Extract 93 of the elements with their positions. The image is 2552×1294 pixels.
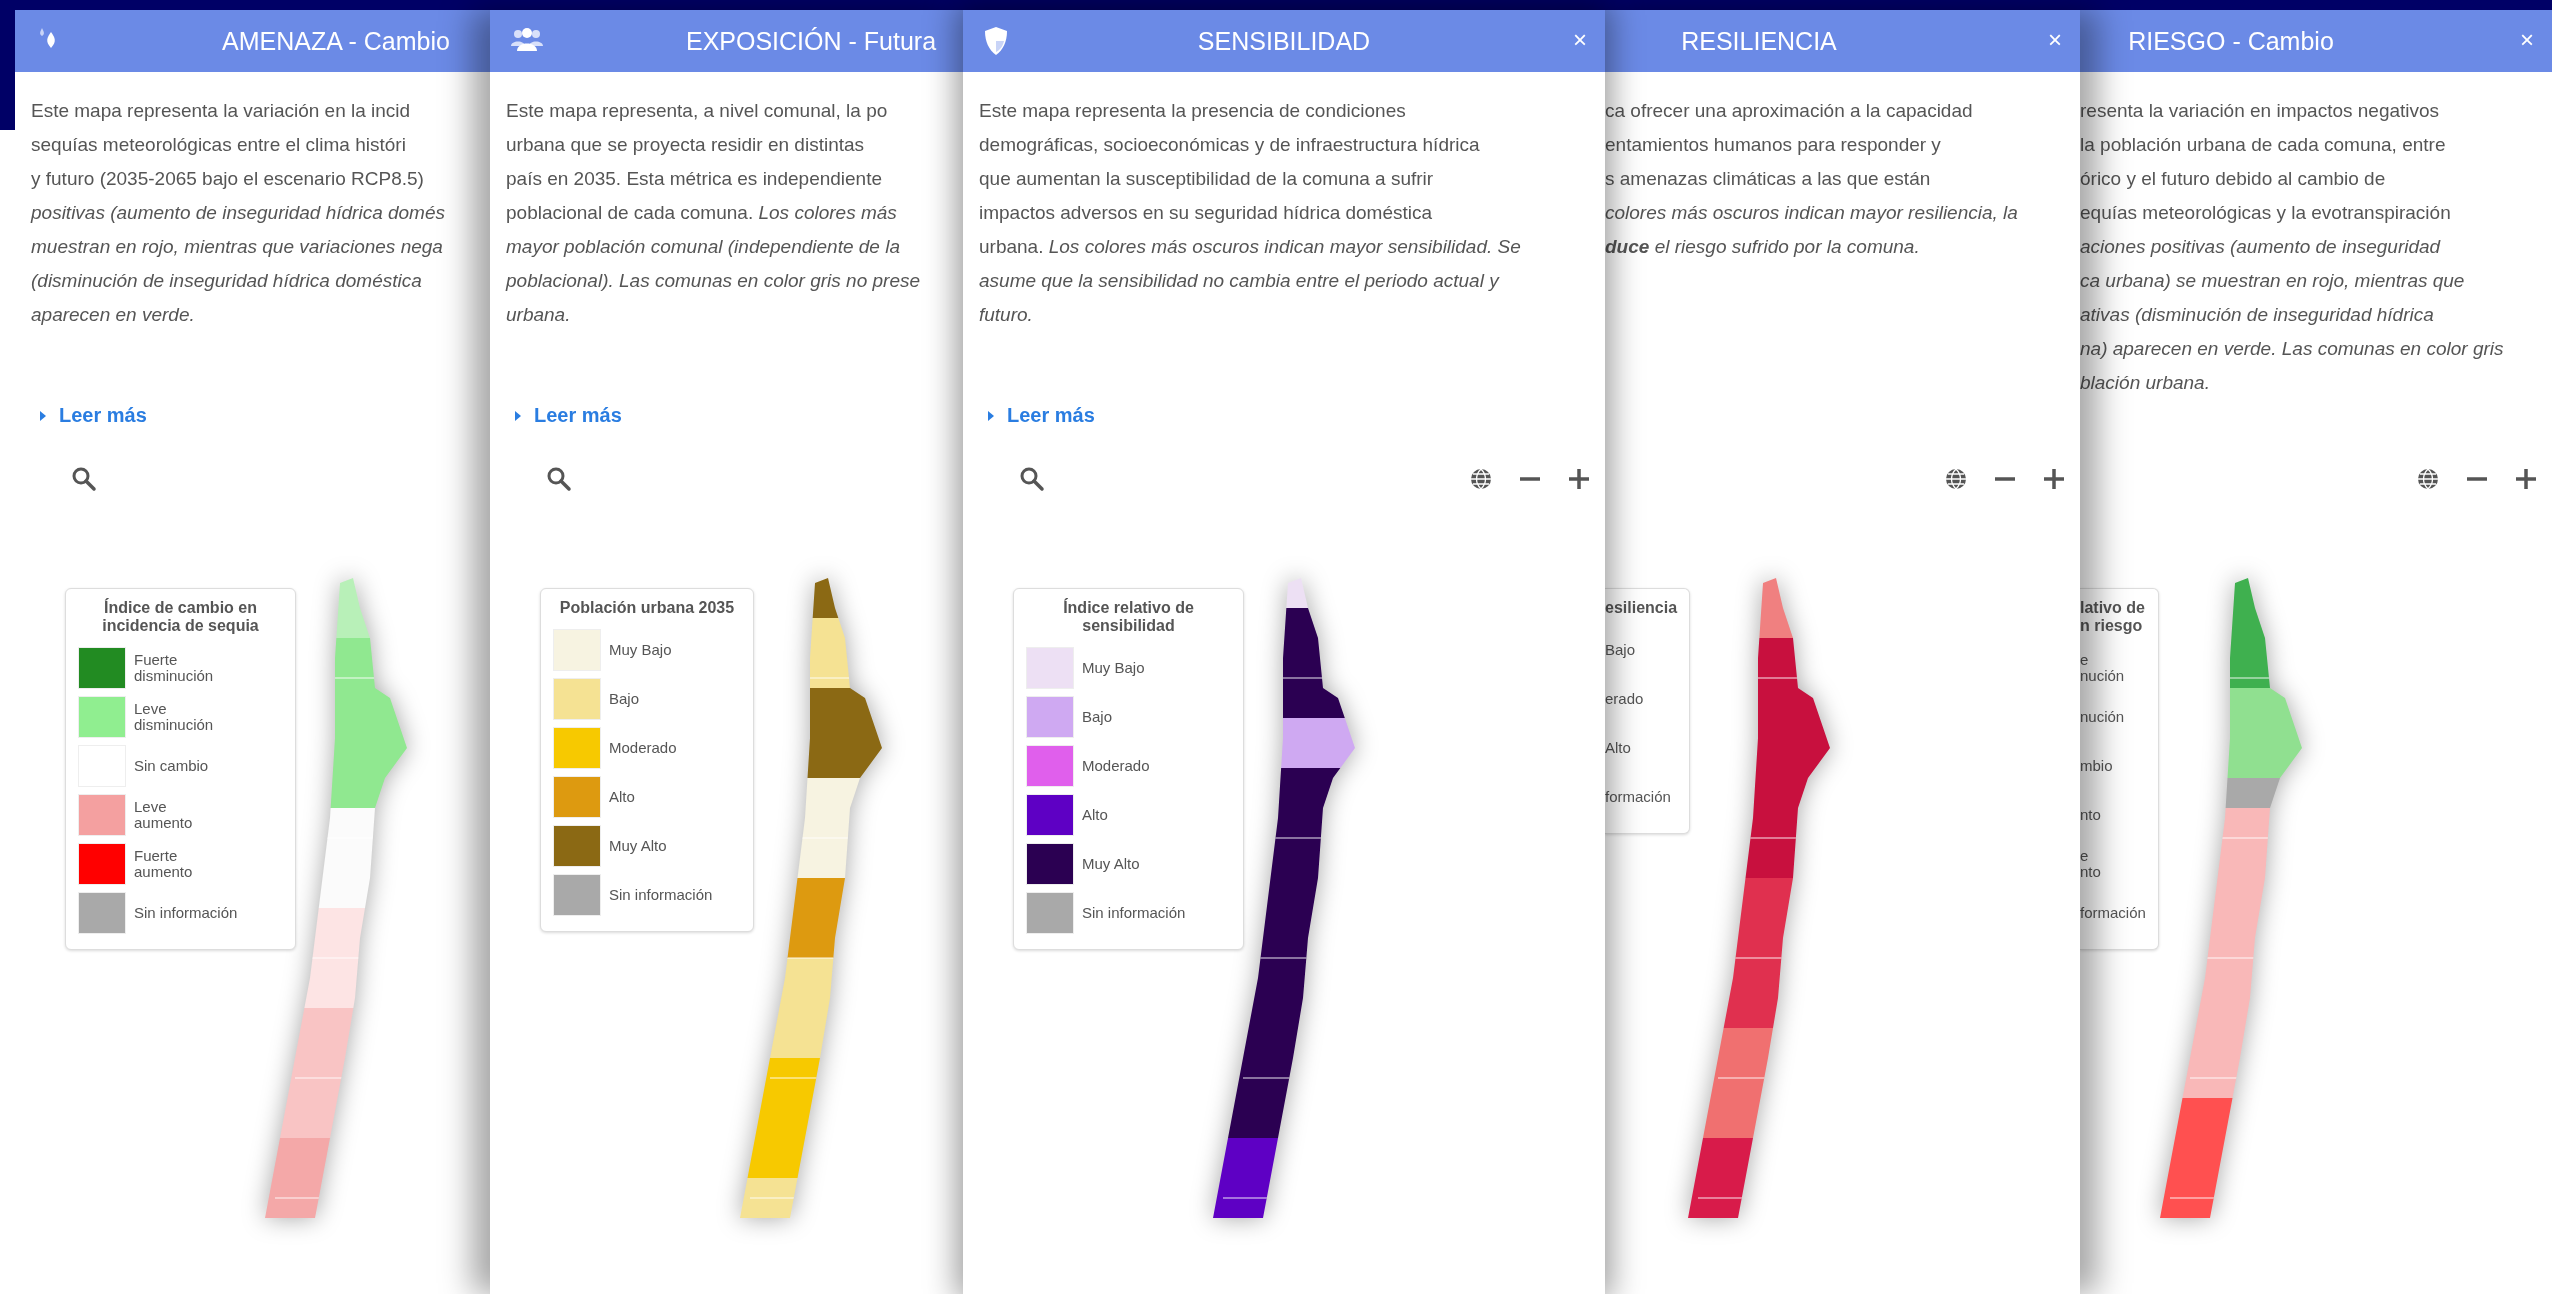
description-line: la población urbana de cada comuna, entre [2080,133,2446,157]
description-line: entamientos humanos para responder y [1605,133,1941,157]
zoom-in-icon[interactable] [2514,467,2538,491]
legend-label: Leve aumento [134,798,193,831]
legend-label: Bajo [1082,708,1113,725]
legend-label: e nto [2080,847,2101,880]
description-line: aparecen en verde. [31,303,195,327]
legend-label: Bajo [1605,641,1636,658]
description-line: poblacional de cada comuna. Los colores más [506,201,897,225]
caret-icon [987,409,995,422]
description-line: duce el riesgo sufrido por la comuna. [1605,235,1920,259]
legend-label: erado [1605,690,1644,707]
globe-icon[interactable] [2416,467,2440,491]
legend-label: Leve disminución [134,700,214,733]
legend-label: formación [1605,788,1671,805]
window-title: RESILIENCIA [1681,26,1837,56]
legend-title: Índice de cambio en incidencia de sequia [101,599,260,635]
read-more-link[interactable]: Leer más [987,404,1095,427]
description-line: futuro. [979,303,1033,327]
description-line: poblacional). Las comunas en color gris no prese [506,269,920,293]
description-line: (disminución de inseguridad hídrica doméstica [31,269,422,293]
description-line: ativas (disminución de inseguridad hídrica [2080,303,2434,327]
description-line: equías meteorológicas y la evotranspiración [2080,201,2451,225]
caret-icon [39,409,47,422]
legend-label: mbio [2080,757,2113,774]
legend-label: nución [2080,708,2125,725]
globe-icon[interactable] [1944,467,1968,491]
description-line: que aumentan la susceptibilidad de la comuna a sufrir [979,167,1434,191]
close-button[interactable]: × [2042,24,2068,56]
legend-label: Muy Bajo [609,641,672,658]
legend-label: Moderado [1082,757,1150,774]
legend-label: e nución [2080,651,2125,684]
description-line: sequías meteorológicas entre el clima históri [31,133,406,157]
read-more-link[interactable]: Leer más [39,404,147,427]
description-line: Este mapa representa, a nivel comunal, la po [506,99,888,123]
legend-label: Alto [1082,806,1108,823]
zoom-in-icon[interactable] [1567,467,1591,491]
description-line: na) aparecen en verde. Las comunas en color gris [2080,337,2504,361]
description-line: aciones positivas (aumento de inseguridad [2080,235,2441,259]
close-button[interactable]: × [1567,24,1593,56]
description-line: positivas (aumento de inseguridad hídrica domés [31,201,445,225]
window-title: EXPOSICIÓN - Futura [685,26,937,56]
description-line: ca urbana) se muestran en rojo, mientras que [2080,269,2465,293]
legend-label: Sin información [1082,904,1186,921]
legend-label: Sin información [609,886,713,903]
shield-icon [983,26,1009,56]
description-line: blación urbana. [2080,371,2210,395]
caret-icon [514,409,522,422]
description-line: Este mapa representa la variación en la incid [31,99,411,123]
legend-label: nto [2080,806,2101,823]
description-line: colores más oscuros indican mayor resiliencia, la [1605,201,2018,225]
legend-label: Muy Alto [1082,855,1140,872]
description-line: urbana. [506,303,571,327]
legend-label: Fuerte aumento [134,847,193,880]
description-line: mayor población comunal (independiente de la [506,235,900,259]
window-title: SENSIBILIDAD [1197,26,1371,56]
legend-label: Muy Alto [609,837,667,854]
description-line: ca ofrecer una aproximación a la capacidad [1605,99,1973,123]
read-more-link[interactable]: Leer más [514,404,622,427]
description-line: impactos adversos en su seguridad hídrica doméstica [979,201,1433,225]
search-icon[interactable] [546,466,572,492]
legend-title: Población urbana 2035 [558,599,736,617]
legend-label: Moderado [609,739,677,756]
close-button[interactable]: × [2514,24,2540,56]
legend-label: Muy Bajo [1082,659,1145,676]
description-line: demográficas, socioeconómicas y de infraestructura hídrica [979,133,1480,157]
legend-label: Sin cambio [134,757,209,774]
description-line: resenta la variación en impactos negativos [2080,99,2440,123]
legend-label: Alto [1605,739,1631,756]
description-line: y futuro (2035-2065 bajo el escenario RCP8.5) [31,167,424,191]
window-title: AMENAZA - Cambio [222,26,450,56]
legend-label: Alto [609,788,635,805]
people-icon [510,26,544,52]
description-line: asume que la sensibilidad no cambia entre el periodo actual y [979,269,1499,293]
description-line: urbana que se proyecta residir en distintas [506,133,865,157]
description-line: muestran en rojo, mientras que variaciones nega [31,235,443,259]
window-title: RIESGO - Cambio [2128,26,2334,56]
description-line: s amenazas climáticas a las que están [1605,167,1931,191]
description-line: Este mapa representa la presencia de condiciones [979,99,1406,123]
zoom-in-icon[interactable] [2042,467,2066,491]
legend-label: formación [2080,904,2146,921]
legend-title: esiliencia [1605,599,1678,617]
search-icon[interactable] [71,466,97,492]
legend-label: Fuerte disminución [134,651,214,684]
search-icon[interactable] [1019,466,1045,492]
globe-icon[interactable] [1469,467,1493,491]
legend-title: Índice relativo de sensibilidad [1062,599,1195,635]
description-line: urbana. Los colores más oscuros indican mayor sensibilidad. Se [979,235,1521,259]
legend-label: Sin información [134,904,238,921]
legend-label: Bajo [609,690,640,707]
description-line: órico y el futuro debido al cambio de [2080,167,2386,191]
description-line: país en 2035. Esta métrica es independiente [506,167,883,191]
legend-title: lativo de n riesgo [2080,599,2146,635]
